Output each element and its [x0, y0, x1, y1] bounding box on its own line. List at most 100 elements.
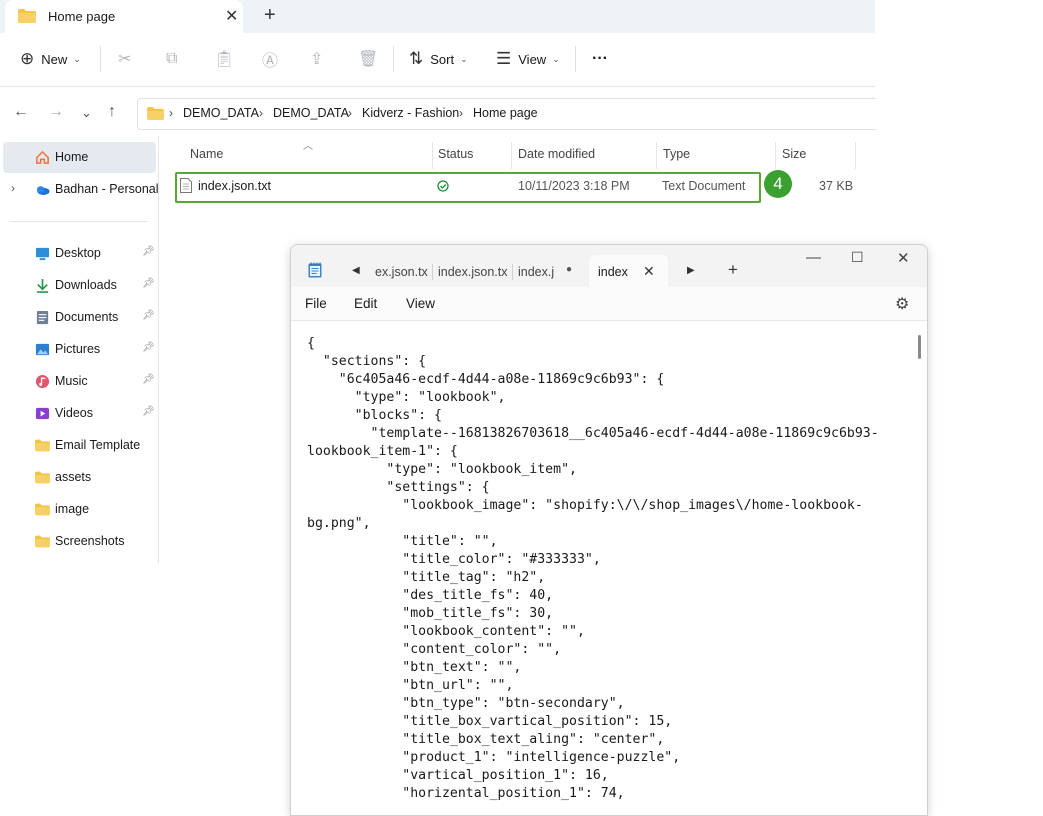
close-tab-icon[interactable]: ✕ — [643, 263, 655, 280]
share-button[interactable]: ⇪ — [310, 33, 323, 85]
clipboard-icon: 📋︎ — [214, 51, 235, 68]
column-divider[interactable] — [855, 142, 856, 169]
expand-chevron-icon[interactable]: › — [11, 181, 15, 195]
sidebar-item-screenshots[interactable]: Screenshots — [0, 530, 160, 554]
sidebar-item-pictures[interactable]: Pictures 📌︎ — [0, 338, 160, 362]
vertical-scrollbar[interactable] — [918, 335, 921, 359]
more-icon: ··· — [592, 50, 608, 67]
breadcrumb-chevron-icon: › — [169, 106, 173, 120]
menu-file[interactable]: File — [305, 296, 327, 311]
notepad-tab[interactable]: ex.json.tx — [375, 265, 428, 279]
sidebar-item-downloads[interactable]: Downloads 📌︎ — [0, 274, 160, 298]
sidebar-item-image[interactable]: image — [0, 498, 160, 522]
sidebar-item-documents[interactable]: Documents 📌︎ — [0, 306, 160, 330]
sidebar-item-onedrive[interactable]: › Badhan - Personal — [0, 178, 160, 202]
column-divider[interactable] — [432, 142, 433, 169]
menu-view[interactable]: View — [406, 296, 435, 311]
folder-icon — [18, 9, 36, 23]
breadcrumb-chevron-icon: › — [348, 106, 352, 120]
chevron-down-icon: ⌄ — [552, 53, 560, 64]
column-header-type[interactable]: Type — [663, 147, 690, 161]
column-header-status[interactable]: Status — [438, 147, 473, 161]
videos-icon — [35, 407, 50, 420]
cut-button[interactable]: ✂ — [118, 33, 131, 85]
notepad-tab[interactable]: index.json.tx — [438, 265, 507, 279]
column-divider[interactable] — [775, 142, 776, 169]
breadcrumb-item[interactable]: DEMO_DATA — [273, 106, 349, 120]
new-tab-button[interactable]: + — [264, 4, 276, 27]
scissors-icon: ✂ — [118, 51, 132, 68]
sort-button[interactable]: ⇅ Sort ⌄ — [409, 33, 468, 85]
sidebar-item-label: Desktop — [55, 246, 101, 260]
new-tab-button[interactable]: + — [728, 260, 738, 280]
address-bar[interactable]: › DEMO_DATA › DEMO_DATA › Kidverz - Fash… — [137, 98, 876, 130]
breadcrumb-item[interactable]: Home page — [473, 106, 538, 120]
menu-edit[interactable]: Edit — [354, 296, 377, 311]
scroll-tabs-right-icon[interactable]: ▶ — [687, 265, 695, 276]
folder-icon — [35, 535, 50, 548]
pin-icon: 📌︎ — [142, 278, 155, 289]
column-header-date-modified[interactable]: Date modified — [518, 147, 595, 161]
notepad-app-icon — [308, 262, 322, 278]
paste-button[interactable]: 📋︎ — [214, 33, 234, 85]
file-name[interactable]: index.json.txt — [198, 179, 271, 193]
explorer-tab-bar: Home page ✕ + — [0, 0, 875, 33]
up-arrow-icon[interactable]: ↑ — [108, 103, 116, 121]
sidebar-item-music[interactable]: Music 📌︎ — [0, 370, 160, 394]
tab-divider — [432, 264, 433, 280]
scroll-tabs-left-icon[interactable]: ◀ — [352, 265, 360, 276]
column-header-name[interactable]: Name — [190, 147, 223, 161]
tab-title: Home page — [48, 9, 116, 24]
sidebar-item-label: Screenshots — [55, 534, 125, 548]
sidebar-item-label: Documents — [55, 310, 119, 324]
folder-icon — [35, 503, 50, 516]
sidebar-item-label: Downloads — [55, 278, 117, 292]
column-divider[interactable] — [656, 142, 657, 169]
step-number-badge: 4 — [764, 170, 792, 198]
sidebar-item-label: Pictures — [55, 342, 101, 356]
new-button[interactable]: ⊕ New ⌄ — [20, 33, 81, 85]
sidebar-item-desktop[interactable]: Desktop 📌︎ — [0, 242, 160, 266]
pin-icon: 📌︎ — [142, 342, 155, 353]
recent-locations-chevron-icon[interactable]: ⌄ — [81, 105, 92, 121]
notepad-text-area[interactable]: { "sections": { "6c405a46-ecdf-4d44-a08e… — [307, 335, 879, 803]
sidebar-item-email-template[interactable]: Email Template — [0, 434, 160, 458]
share-icon: ⇪ — [310, 51, 324, 68]
copy-button[interactable]: ⧉ — [166, 33, 177, 85]
view-button[interactable]: ☰ View ⌄ — [496, 33, 560, 85]
sidebar-item-videos[interactable]: Videos 📌︎ — [0, 402, 160, 426]
close-tab-icon[interactable]: ✕ — [225, 6, 238, 26]
breadcrumb-chevron-icon: › — [259, 106, 263, 120]
folder-icon — [35, 439, 50, 452]
trash-icon: 🗑︎ — [358, 51, 379, 68]
back-arrow-icon[interactable]: ← — [13, 103, 29, 121]
breadcrumb-chevron-icon: › — [459, 106, 463, 120]
minimize-icon[interactable]: — — [806, 249, 821, 266]
chevron-down-icon: ⌄ — [460, 53, 468, 64]
breadcrumb-item[interactable]: Kidverz - Fashion — [362, 106, 459, 120]
settings-gear-icon[interactable]: ⚙ — [895, 294, 909, 314]
plus-circle-icon: ⊕ — [20, 49, 35, 68]
delete-button[interactable]: 🗑︎ — [358, 33, 378, 85]
column-divider[interactable] — [511, 142, 512, 169]
explorer-tab-home-page[interactable]: Home page ✕ — [5, 0, 243, 33]
download-icon — [36, 278, 49, 293]
rename-button[interactable]: Ⓐ — [262, 33, 278, 85]
notepad-tab[interactable]: index.j — [518, 265, 554, 279]
sidebar-item-assets[interactable]: assets — [0, 466, 160, 490]
maximize-icon[interactable]: ☐ — [851, 249, 864, 266]
text-file-icon — [180, 178, 192, 193]
desktop-icon — [35, 247, 50, 261]
breadcrumb-item[interactable]: DEMO_DATA — [183, 106, 259, 120]
sidebar-item-home[interactable]: Home — [0, 146, 160, 170]
column-header-size[interactable]: Size — [782, 147, 806, 161]
close-window-icon[interactable]: ✕ — [897, 249, 910, 267]
toolbar-divider — [100, 46, 101, 72]
sidebar-divider — [10, 221, 148, 222]
file-type: Text Document — [662, 179, 746, 193]
forward-arrow-icon[interactable]: → — [48, 103, 64, 121]
synced-status-icon — [437, 180, 449, 192]
notepad-tab-active[interactable]: index ✕ — [589, 255, 668, 287]
sort-ascending-icon: ︿ — [303, 141, 313, 152]
more-options-button[interactable]: ··· — [592, 33, 608, 85]
